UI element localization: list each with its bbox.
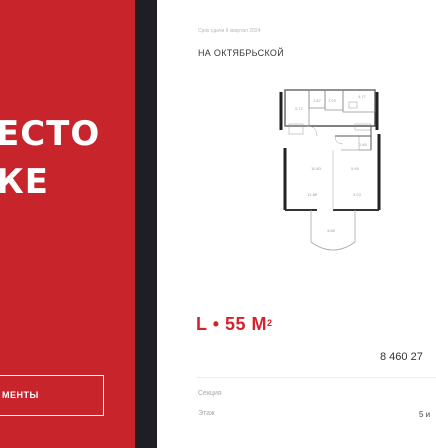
apartment-type-prefix: L — [196, 314, 208, 334]
hero-title-line-1: ЕСТО — [0, 114, 101, 154]
hero-banner: ЕСТО КЕ МЕНТЫ — [0, 0, 135, 448]
plan-room-label: 4.86 — [327, 229, 335, 233]
plan-room-label: 1.67 — [313, 99, 321, 103]
price-value: 8 460 27 — [380, 351, 423, 363]
plan-room-label: 12.86 — [307, 193, 317, 197]
hero-cta-button[interactable]: МЕНТЫ — [0, 375, 104, 416]
plan-room-label: 3.03 — [353, 193, 361, 197]
deadline-text: Срок сдачи II квартал 2024 — [198, 28, 261, 34]
apartment-card[interactable]: Срок сдачи II квартал 2024 НА ОКТЯБРЬСКО… — [157, 0, 436, 448]
apartment-size-unit-sup: 2 — [267, 318, 273, 328]
plan-room-label: 10.63 — [311, 167, 321, 171]
apartment-type-dot: • — [212, 314, 220, 334]
floor-plan-image: 5.72 1.67 7.03 4.77 10.63 2.60 5.90 12.8… — [279, 89, 381, 251]
plan-room-label: 4.77 — [358, 95, 366, 99]
apartment-size: 55 М — [225, 314, 268, 334]
plan-room-label: 7.03 — [328, 99, 336, 103]
dark-divider-strip — [135, 0, 157, 448]
plan-room-label: 5.90 — [351, 167, 359, 171]
floor-value: 5 и — [419, 410, 431, 419]
hero-title-line-2: КЕ — [0, 162, 50, 202]
plan-room-label: 5.72 — [295, 107, 303, 111]
section-label: Секция — [198, 390, 222, 397]
apartment-type: L • 55 М2 — [196, 313, 273, 335]
plan-room-label: 2.60 — [359, 143, 367, 147]
card-divider — [196, 377, 436, 378]
complex-name: НА ОКТЯБРЬСКОЙ — [198, 48, 284, 58]
floor-label: Этаж — [198, 410, 215, 417]
